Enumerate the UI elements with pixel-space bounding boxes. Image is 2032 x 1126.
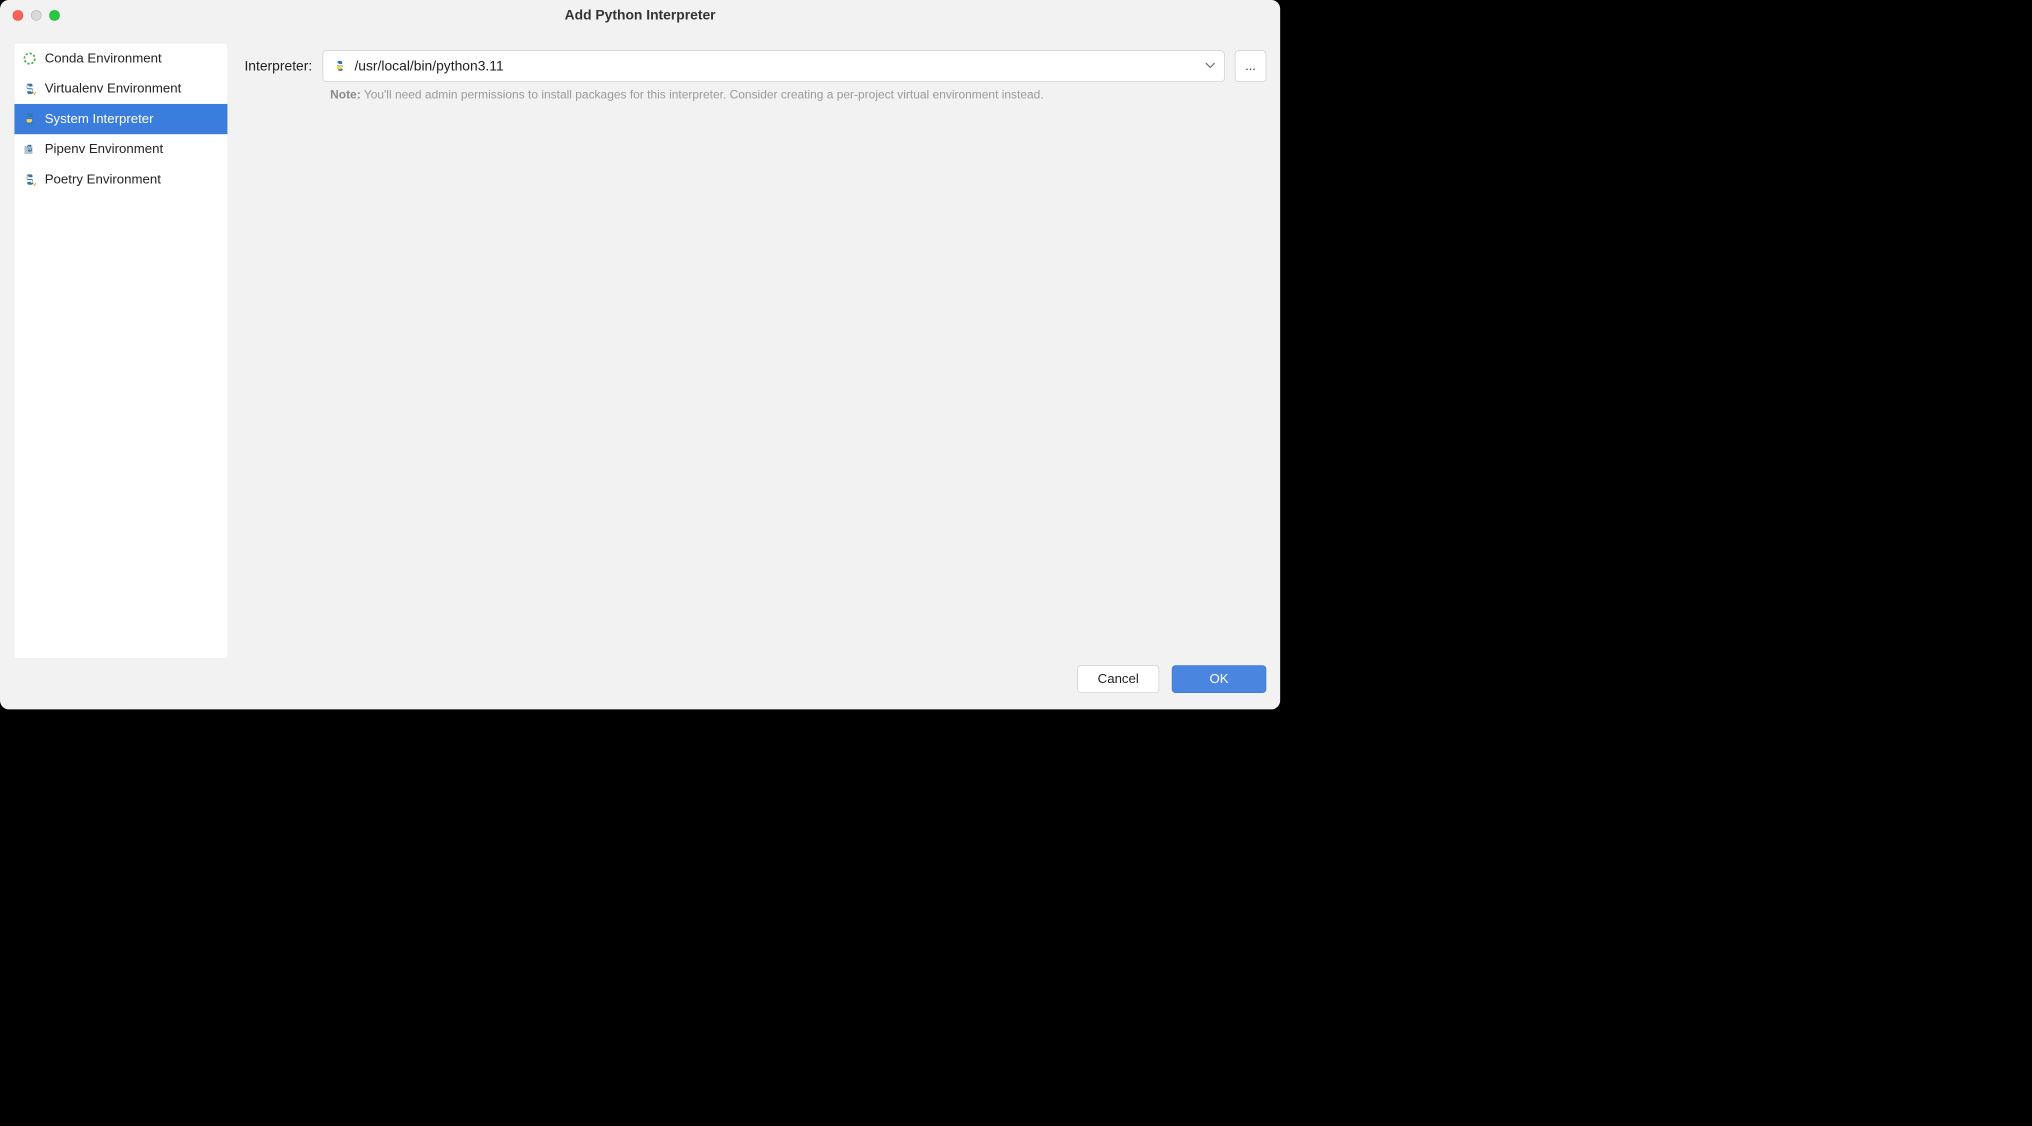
dialog-window: Add Python Interpreter Conda Environment… <box>0 0 1280 709</box>
poetry-icon: v <box>22 172 37 187</box>
cancel-button[interactable]: Cancel <box>1077 665 1159 693</box>
sidebar-item-pipenv[interactable]: Pipenv Environment <box>14 134 227 164</box>
ellipsis-icon: ... <box>1245 59 1256 73</box>
sidebar-item-virtualenv[interactable]: v Virtualenv Environment <box>14 74 227 104</box>
interpreter-label: Interpreter: <box>244 58 312 74</box>
interpreter-note: Note: You'll need admin permissions to i… <box>330 88 1266 102</box>
sidebar-item-conda[interactable]: Conda Environment <box>14 43 227 73</box>
minimize-window-button[interactable] <box>31 10 42 21</box>
sidebar-item-label: Pipenv Environment <box>45 142 163 157</box>
svg-text:v: v <box>33 182 36 187</box>
main-panel: Interpreter: /usr/local/bin/python3.11 <box>244 43 1266 659</box>
titlebar: Add Python Interpreter <box>0 0 1280 30</box>
chevron-down-icon <box>1205 60 1215 71</box>
window-title: Add Python Interpreter <box>565 7 716 23</box>
window-controls <box>13 10 60 21</box>
button-label: OK <box>1209 672 1228 687</box>
python-icon <box>332 59 347 74</box>
note-text: You'll need admin permissions to install… <box>364 88 1044 101</box>
interpreter-type-sidebar: Conda Environment v Virtualenv Environme… <box>14 43 228 659</box>
ok-button[interactable]: OK <box>1172 665 1267 693</box>
sidebar-item-system[interactable]: System Interpreter <box>14 104 227 134</box>
dialog-footer: Cancel OK <box>0 659 1280 709</box>
pipenv-icon <box>22 142 37 157</box>
zoom-window-button[interactable] <box>49 10 60 21</box>
svg-text:v: v <box>33 91 36 96</box>
sidebar-item-label: Virtualenv Environment <box>45 81 182 96</box>
sidebar-item-label: Conda Environment <box>45 51 162 66</box>
dialog-body: Conda Environment v Virtualenv Environme… <box>0 30 1280 659</box>
interpreter-value: /usr/local/bin/python3.11 <box>354 58 1197 74</box>
sidebar-item-label: System Interpreter <box>45 112 154 127</box>
interpreter-combobox[interactable]: /usr/local/bin/python3.11 <box>322 50 1224 82</box>
button-label: Cancel <box>1098 672 1139 687</box>
close-window-button[interactable] <box>13 10 24 21</box>
sidebar-item-label: Poetry Environment <box>45 172 161 187</box>
interpreter-row: Interpreter: /usr/local/bin/python3.11 <box>244 50 1266 82</box>
python-venv-icon: v <box>22 81 37 96</box>
browse-button[interactable]: ... <box>1235 50 1267 82</box>
sidebar-item-poetry[interactable]: v Poetry Environment <box>14 164 227 194</box>
conda-icon <box>22 51 37 66</box>
python-icon <box>22 112 37 127</box>
note-bold: Note: <box>330 88 361 101</box>
